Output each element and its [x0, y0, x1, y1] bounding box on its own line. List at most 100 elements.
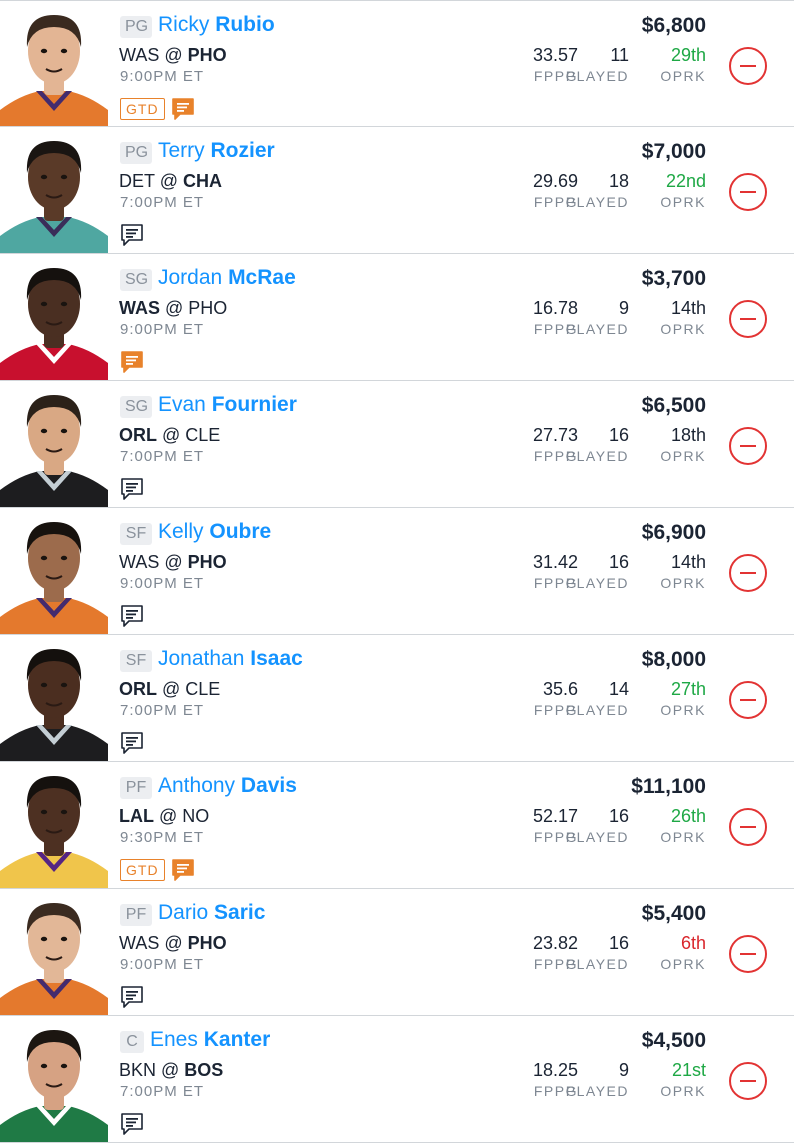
- oprk-label: OPRK: [660, 448, 706, 464]
- home-team: BOS: [184, 1060, 224, 1080]
- player-last-name: Fournier: [211, 393, 297, 416]
- player-first-name: Ricky: [158, 13, 210, 36]
- remove-player-button[interactable]: [729, 173, 767, 211]
- player-row[interactable]: C Enes Kanter BKN @ BOS 7:00PM ET $4,500…: [0, 1016, 794, 1143]
- played-value: 16: [608, 933, 629, 953]
- played-stat: 16 PLAYED: [566, 551, 629, 593]
- player-salary: $6,800: [641, 14, 706, 37]
- played-value: 14: [608, 679, 629, 699]
- oprk-value: 22nd: [665, 171, 706, 191]
- home-team: CLE: [185, 425, 221, 445]
- away-team: WAS: [119, 933, 160, 953]
- remove-player-button[interactable]: [729, 47, 767, 85]
- player-news-icon[interactable]: [120, 604, 144, 628]
- player-salary: $4,500: [641, 1029, 706, 1052]
- player-last-name: McRae: [228, 266, 296, 289]
- player-name-link[interactable]: Ricky Rubio: [158, 12, 275, 38]
- player-name-link[interactable]: Jordan McRae: [158, 265, 296, 291]
- game-time: 9:00PM ET: [120, 321, 205, 338]
- player-tags: [120, 603, 144, 629]
- player-first-name: Enes: [150, 1028, 198, 1051]
- game-time: 9:00PM ET: [120, 956, 205, 973]
- game-matchup: ORL @ CLE: [119, 425, 221, 445]
- position-badge: C: [120, 1031, 144, 1053]
- remove-player-button[interactable]: [729, 681, 767, 719]
- home-team: PHO: [187, 933, 227, 953]
- remove-player-button[interactable]: [729, 1062, 767, 1100]
- player-last-name: Rubio: [215, 13, 275, 36]
- player-row[interactable]: SF Jonathan Isaac ORL @ CLE 7:00PM ET $8…: [0, 635, 794, 762]
- remove-player-button[interactable]: [729, 554, 767, 592]
- oprk-label: OPRK: [660, 194, 706, 210]
- player-name-link[interactable]: Evan Fournier: [158, 392, 297, 418]
- player-name-link[interactable]: Dario Saric: [158, 900, 265, 926]
- oprk-value: 14th: [670, 552, 706, 572]
- oprk-label: OPRK: [660, 1083, 706, 1099]
- player-row[interactable]: PG Ricky Rubio WAS @ PHO 9:00PM ET GTD $…: [0, 0, 794, 127]
- player-salary: $3,700: [641, 267, 706, 290]
- player-news-icon[interactable]: [120, 1112, 144, 1136]
- played-value: 18: [608, 171, 629, 191]
- game-matchup: WAS @ PHO: [119, 552, 227, 572]
- player-row[interactable]: PF Anthony Davis LAL @ NO 9:30PM ET GTD …: [0, 762, 794, 889]
- played-label: PLAYED: [565, 829, 629, 845]
- position-badge: SG: [120, 269, 152, 291]
- played-value: 16: [608, 425, 629, 445]
- player-news-icon[interactable]: [171, 97, 195, 121]
- player-headshot: [0, 133, 108, 253]
- player-news-icon[interactable]: [120, 477, 144, 501]
- player-tags: [120, 476, 144, 502]
- player-name-link[interactable]: Terry Rozier: [158, 138, 275, 164]
- player-headshot: [0, 641, 108, 761]
- player-first-name: Kelly: [158, 520, 204, 543]
- player-first-name: Anthony: [158, 774, 236, 797]
- player-news-icon[interactable]: [120, 985, 144, 1009]
- player-name-link[interactable]: Anthony Davis: [158, 773, 297, 799]
- played-label: PLAYED: [565, 1083, 629, 1099]
- player-row[interactable]: SG Evan Fournier ORL @ CLE 7:00PM ET $6,…: [0, 381, 794, 508]
- position-badge: PF: [120, 777, 152, 799]
- played-label: PLAYED: [565, 68, 629, 84]
- home-team: PHO: [187, 45, 227, 65]
- player-row[interactable]: SG Jordan McRae WAS @ PHO 9:00PM ET $3,7…: [0, 254, 794, 381]
- player-salary: $8,000: [641, 648, 706, 671]
- remove-player-button[interactable]: [729, 427, 767, 465]
- player-tags: [120, 1111, 144, 1137]
- player-row[interactable]: PG Terry Rozier DET @ CHA 7:00PM ET $7,0…: [0, 127, 794, 254]
- player-row[interactable]: SF Kelly Oubre WAS @ PHO 9:00PM ET $6,90…: [0, 508, 794, 635]
- position-badge: SG: [120, 396, 152, 418]
- game-matchup: ORL @ CLE: [119, 679, 221, 699]
- remove-player-button[interactable]: [729, 935, 767, 973]
- oprk-stat: 6th OPRK: [660, 932, 706, 974]
- game-time: 7:00PM ET: [120, 702, 205, 719]
- away-team: ORL: [119, 679, 157, 699]
- remove-player-button[interactable]: [729, 808, 767, 846]
- player-salary: $7,000: [641, 140, 706, 163]
- away-team: LAL: [119, 806, 154, 826]
- player-salary: $6,900: [641, 521, 706, 544]
- player-news-icon[interactable]: [120, 223, 144, 247]
- player-headshot: [0, 514, 108, 634]
- player-tags: [120, 730, 144, 756]
- game-matchup: WAS @ PHO: [119, 298, 228, 318]
- away-team: WAS: [119, 552, 160, 572]
- oprk-value: 6th: [680, 933, 706, 953]
- game-matchup: DET @ CHA: [119, 171, 222, 191]
- player-row[interactable]: PF Dario Saric WAS @ PHO 9:00PM ET $5,40…: [0, 889, 794, 1016]
- game-time: 7:00PM ET: [120, 1083, 205, 1100]
- player-news-icon[interactable]: [120, 731, 144, 755]
- player-name-link[interactable]: Jonathan Isaac: [158, 646, 303, 672]
- away-team: WAS: [119, 45, 160, 65]
- oprk-value: 29th: [670, 45, 706, 65]
- played-stat: 16 PLAYED: [566, 424, 629, 466]
- player-name-link[interactable]: Kelly Oubre: [158, 519, 271, 545]
- player-news-icon[interactable]: [171, 858, 195, 882]
- remove-player-button[interactable]: [729, 300, 767, 338]
- player-name-link[interactable]: Enes Kanter: [150, 1027, 270, 1053]
- player-first-name: Terry: [158, 139, 205, 162]
- oprk-value: 27th: [670, 679, 706, 699]
- player-headshot: [0, 387, 108, 507]
- player-salary: $5,400: [641, 902, 706, 925]
- player-news-icon[interactable]: [120, 350, 144, 374]
- oprk-label: OPRK: [660, 829, 706, 845]
